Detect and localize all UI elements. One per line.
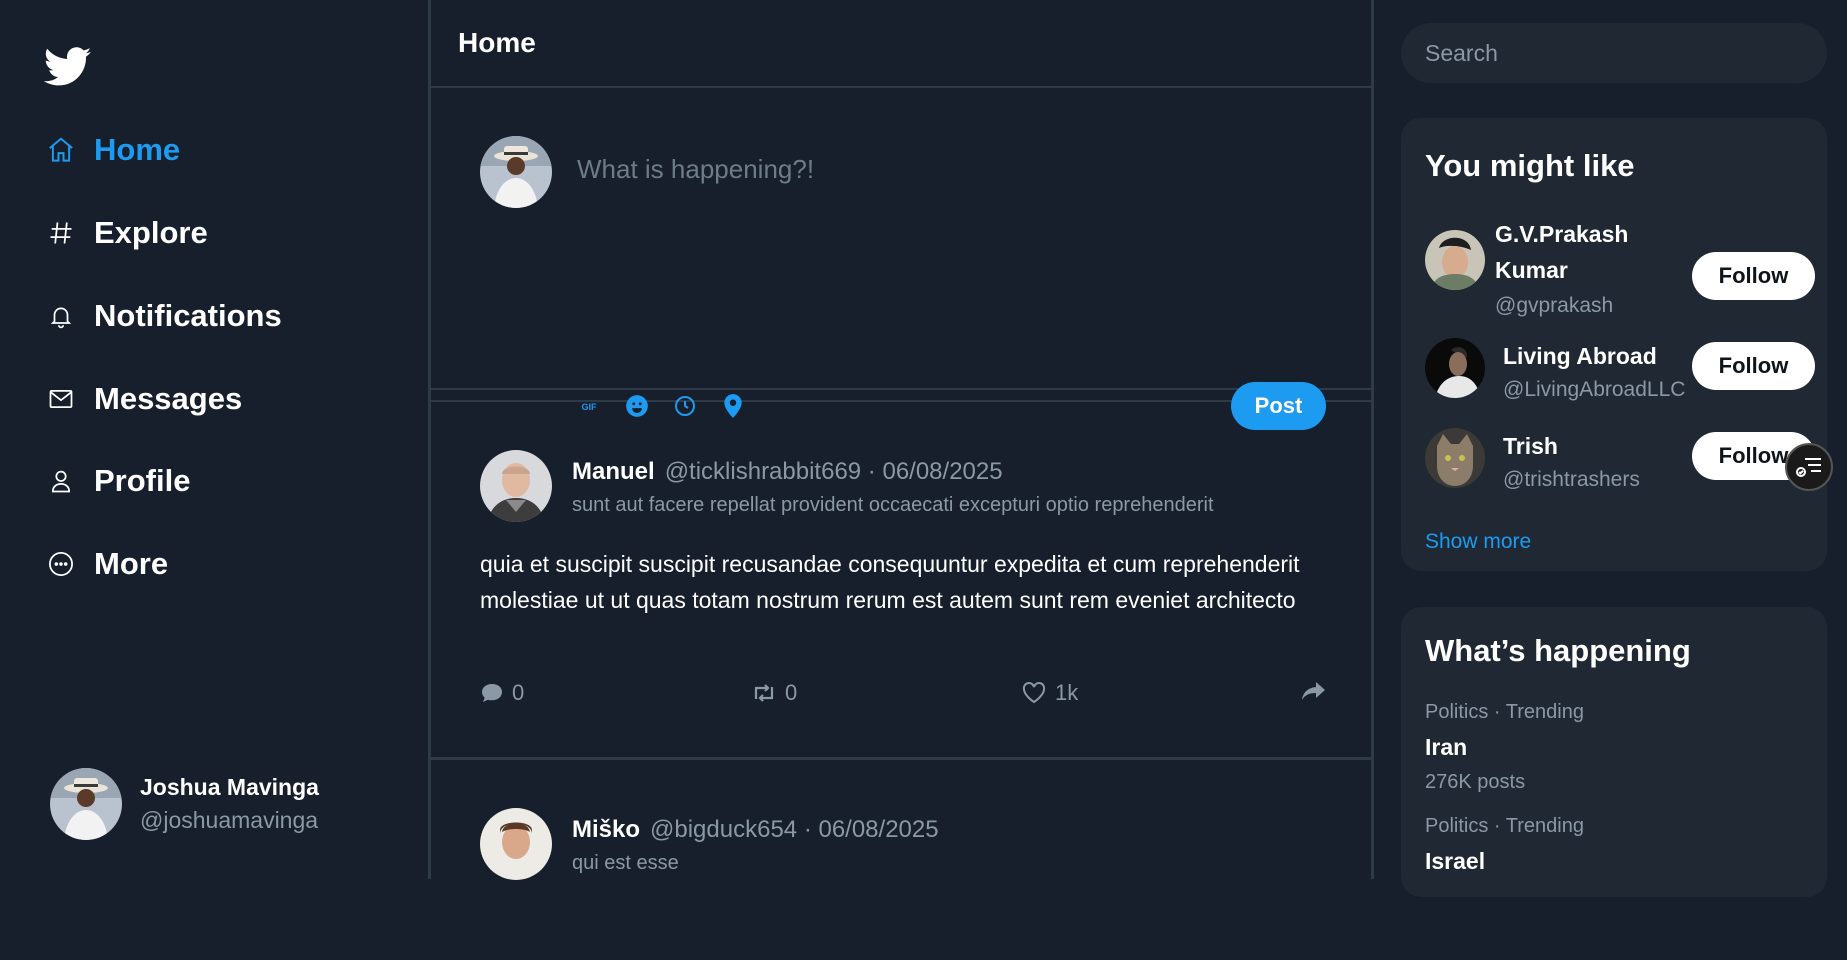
nav-profile-label: Profile	[94, 463, 191, 498]
tweet-author-meta: @bigduck654 · 06/08/2025	[650, 816, 939, 843]
tweet-title: sunt aut facere repellat provident occae…	[572, 494, 1214, 516]
card-title: What’s happening	[1425, 633, 1691, 668]
tweet[interactable]: Miško @bigduck654 · 06/08/2025 qui est es…	[431, 760, 1371, 960]
follow-button[interactable]: Follow	[1692, 252, 1815, 300]
avatar[interactable]	[480, 808, 552, 880]
nav-more[interactable]: More	[44, 536, 168, 592]
trend-item[interactable]: Politics · Trending Iran 276K posts	[1425, 701, 1584, 794]
trend-name: Israel	[1425, 848, 1486, 874]
tweet[interactable]: Manuel @ticklishrabbit669 · 06/08/2025 su…	[431, 402, 1371, 760]
share-icon	[1302, 682, 1325, 700]
avatar	[1425, 428, 1485, 488]
floating-tool-button[interactable]	[1785, 443, 1833, 491]
whats-happening-card: What’s happening Politics · Trending Ira…	[1401, 607, 1827, 897]
retweet-icon	[754, 684, 774, 702]
suggestion-handle: @gvprakash	[1495, 294, 1614, 317]
main-timeline: Home GIF Post Manuel @ticklishrabbit669 ·…	[428, 0, 1374, 880]
tweet-author-name[interactable]: Miško	[572, 816, 640, 843]
account-switcher[interactable]: Joshua Mavinga @joshuamavinga	[50, 768, 319, 840]
account-name: Joshua Mavinga	[140, 774, 319, 800]
right-sidebar: You might like G.V.Prakash Kumar @gvprak…	[1401, 0, 1827, 897]
home-icon	[44, 133, 78, 167]
retweet-count: 0	[785, 680, 798, 705]
show-more-link[interactable]: Show more	[1425, 530, 1531, 554]
suggestion-item[interactable]: Living Abroad @LivingAbroadLLC Follow	[1425, 338, 1815, 408]
bell-icon	[44, 299, 78, 333]
nav-home[interactable]: Home	[44, 122, 180, 178]
page-title: Home	[458, 27, 536, 58]
nav-messages[interactable]: Messages	[44, 371, 242, 427]
divider	[431, 390, 1371, 402]
nav-home-label: Home	[94, 132, 181, 167]
reply-count: 0	[512, 680, 525, 705]
more-circle-icon	[44, 547, 78, 581]
nav-explore[interactable]: Explore	[44, 205, 208, 261]
reply-button[interactable]: 0	[480, 680, 524, 706]
avatar	[480, 136, 552, 208]
suggestion-name: Kumar	[1495, 257, 1568, 283]
suggestion-handle: @LivingAbroadLLC	[1503, 378, 1686, 401]
search-input[interactable]	[1401, 23, 1827, 83]
suggestion-item[interactable]: Trish @trishtrashers Follow	[1425, 428, 1815, 498]
trend-item[interactable]: Politics · Trending Israel	[1425, 815, 1584, 875]
avatar	[1425, 338, 1485, 398]
share-button[interactable]	[1301, 680, 1335, 702]
compose-box: GIF Post	[431, 88, 1371, 430]
suggestion-name: Living Abroad	[1503, 343, 1657, 369]
follow-button[interactable]: Follow	[1692, 342, 1815, 390]
who-to-follow-card: You might like G.V.Prakash Kumar @gvprak…	[1401, 118, 1827, 571]
hashtag-icon	[44, 216, 78, 250]
trend-name: Iran	[1425, 734, 1468, 760]
nav-notifications[interactable]: Notifications	[44, 288, 282, 344]
nav-more-label: More	[94, 546, 169, 581]
account-handle: @joshuamavinga	[140, 807, 319, 833]
suggestion-handle: @trishtrashers	[1503, 468, 1640, 491]
nav-explore-label: Explore	[94, 215, 208, 250]
trend-category: Politics · Trending	[1425, 815, 1584, 837]
person-icon	[44, 464, 78, 498]
card-title: You might like	[1425, 148, 1635, 183]
sidebar: Home Explore Notifications Messages Prof…	[0, 0, 428, 879]
trend-category: Politics · Trending	[1425, 701, 1584, 723]
checklist-icon	[1796, 458, 1821, 477]
reply-icon	[482, 684, 502, 702]
twitter-bird-icon[interactable]	[43, 47, 92, 87]
trend-count: 276K posts	[1425, 771, 1526, 793]
tweet-author-meta: @ticklishrabbit669 · 06/08/2025	[664, 458, 1003, 485]
tweet-author-name[interactable]: Manuel	[572, 458, 655, 485]
avatar	[1425, 230, 1485, 290]
tweet-body: quia et suscipit suscipit recusandae con…	[480, 551, 1300, 613]
like-button[interactable]: 1k	[1021, 680, 1078, 706]
like-count: 1k	[1055, 680, 1079, 705]
envelope-icon	[44, 382, 78, 416]
nav-messages-label: Messages	[94, 381, 243, 416]
suggestion-name: G.V.Prakash	[1495, 221, 1629, 247]
nav-notifications-label: Notifications	[94, 298, 282, 333]
tweet-title: qui est esse	[572, 852, 679, 874]
timeline-header: Home	[431, 0, 1371, 88]
retweet-button[interactable]: 0	[751, 680, 797, 706]
heart-icon	[1022, 682, 1046, 704]
suggestion-name: Trish	[1503, 433, 1558, 459]
compose-input[interactable]	[575, 144, 1279, 194]
suggestion-item[interactable]: G.V.Prakash Kumar @gvprakash Follow	[1425, 216, 1815, 317]
avatar[interactable]	[480, 450, 552, 522]
avatar	[50, 768, 122, 840]
nav-profile[interactable]: Profile	[44, 453, 190, 509]
